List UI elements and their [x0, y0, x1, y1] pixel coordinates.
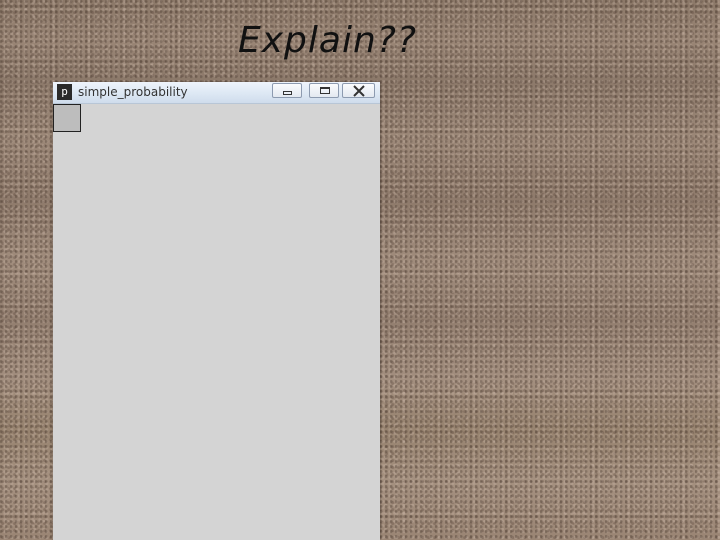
close-button[interactable]	[342, 83, 375, 98]
app-window: p simple_probability	[53, 82, 380, 540]
minimize-button[interactable]	[272, 83, 302, 98]
sketch-canvas[interactable]	[53, 104, 380, 540]
slide-title: Explain??	[238, 20, 417, 61]
drawn-square	[53, 104, 81, 132]
window-titlebar[interactable]: p simple_probability	[53, 82, 380, 104]
window-title: simple_probability	[78, 85, 188, 99]
maximize-button[interactable]	[309, 83, 339, 98]
maximize-icon	[320, 87, 330, 94]
processing-p-icon: p	[57, 84, 72, 100]
close-icon	[353, 85, 365, 97]
minimize-icon	[283, 91, 292, 95]
